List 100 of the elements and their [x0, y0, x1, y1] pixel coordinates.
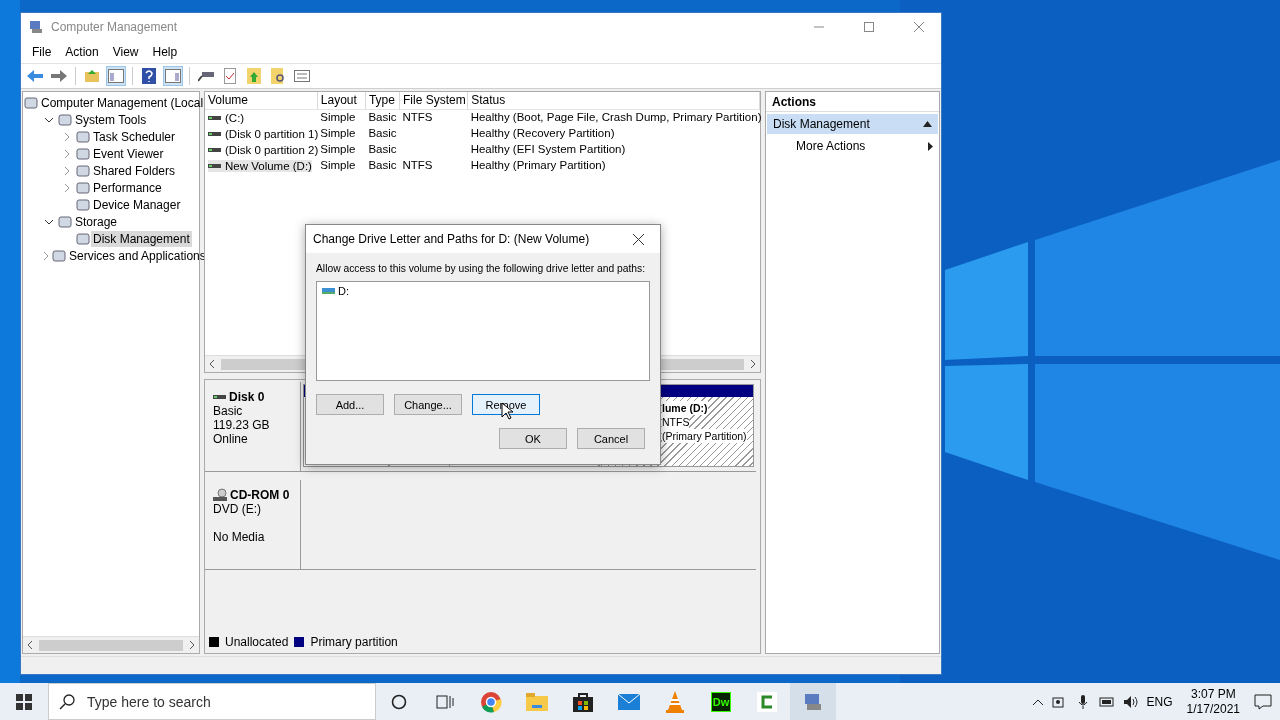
- column-header[interactable]: Volume: [205, 92, 318, 109]
- dialog-button[interactable]: Cancel: [577, 428, 645, 449]
- menu-item[interactable]: Action: [58, 45, 106, 59]
- disk-info: No Media: [213, 530, 266, 544]
- table-cell: Simple: [320, 111, 356, 124]
- table-cell: Simple: [320, 143, 356, 155]
- menu-item[interactable]: Help: [145, 45, 185, 59]
- table-cell: NTFS: [402, 111, 433, 124]
- computer-management-icon[interactable]: [790, 683, 836, 720]
- table-cell: Basic: [368, 159, 397, 171]
- tree-item[interactable]: Shared Folders: [91, 162, 178, 179]
- partition-label: lume (D:): [662, 401, 708, 415]
- tree-item[interactable]: Computer Management (Local: [39, 94, 206, 111]
- disk-info: Online: [213, 432, 249, 446]
- table-cell: Healthy (Recovery Partition): [470, 127, 615, 139]
- chevron-right-icon: [62, 148, 72, 159]
- table-cell: Healthy (EFI System Partition): [470, 143, 626, 155]
- dialog-button[interactable]: OK: [499, 428, 567, 449]
- tree-node-icon: [51, 247, 67, 264]
- scroll-right-icon: [750, 359, 756, 369]
- tree-item[interactable]: Task Scheduler: [91, 128, 178, 145]
- help-button[interactable]: [139, 66, 159, 86]
- tree-item[interactable]: Performance: [91, 179, 164, 196]
- legend-label: Primary partition: [310, 635, 398, 649]
- dialog-title: Change Drive Letter and Paths for D: (New Volume): [313, 232, 590, 246]
- table-cell[interactable]: (Disk 0 partition 2): [225, 143, 319, 156]
- table-cell: NTFS: [402, 159, 433, 171]
- tree-node-icon: [75, 230, 91, 247]
- maximize-icon: [864, 22, 874, 32]
- chevron-right-icon: [62, 182, 72, 193]
- scroll-right-icon: [189, 640, 195, 650]
- table-cell: Basic: [368, 111, 397, 124]
- tree-node-icon: [75, 162, 91, 179]
- disk-info: 119.23 GB: [213, 418, 271, 432]
- path-list[interactable]: D:: [316, 281, 650, 381]
- tree-node-icon: [75, 196, 91, 213]
- dialog-instruction: Allow access to this volume by using the following drive letter and paths:: [316, 263, 646, 274]
- drive-icon: [208, 130, 221, 137]
- scroll-left-icon: [209, 359, 215, 369]
- column-header[interactable]: Status: [467, 92, 760, 109]
- drive-icon: [208, 162, 221, 169]
- tree-item[interactable]: Storage: [73, 213, 120, 230]
- tree-node-icon: [75, 128, 91, 145]
- close-icon: [632, 233, 644, 245]
- chevron-right-icon: [62, 131, 72, 142]
- path-item[interactable]: D:: [338, 285, 349, 297]
- chevron-up-icon: [1032, 698, 1043, 705]
- tree-node-icon: [57, 111, 73, 128]
- tree-item[interactable]: Device Manager: [91, 196, 183, 213]
- drive-icon: [213, 394, 226, 400]
- action-item[interactable]: More Actions: [796, 139, 866, 153]
- disk-name: CD-ROM 0: [230, 488, 290, 502]
- search-bar[interactable]: Type here to search: [48, 683, 376, 720]
- menu-item[interactable]: View: [105, 45, 146, 59]
- tree-node-icon: [75, 145, 91, 162]
- submenu-arrow-icon: [928, 141, 933, 151]
- disk-info: DVD (E:): [213, 502, 262, 516]
- column-header[interactable]: Type: [365, 92, 400, 109]
- close-icon: [914, 22, 924, 32]
- console-tree-button[interactable]: [106, 66, 126, 86]
- disk-name: Disk 0: [229, 390, 265, 404]
- search-field[interactable]: Type here to search: [85, 692, 375, 711]
- search-icon: [59, 693, 75, 710]
- cd-drive-icon: [213, 488, 227, 502]
- column-header[interactable]: File System: [399, 92, 468, 109]
- scrollbar-thumb[interactable]: [39, 639, 183, 651]
- legend-label: Unallocated: [225, 635, 289, 649]
- clock[interactable]: 3:07 PM 1/17/2021: [1180, 686, 1246, 717]
- partition-label: (Primary Partition): [662, 429, 747, 443]
- tree-item[interactable]: System Tools: [73, 111, 149, 128]
- table-cell: Healthy (Boot, Page File, Crash Dump, Primary Partition): [470, 111, 762, 124]
- tree-node-icon: [75, 179, 91, 196]
- collapse-icon: [923, 121, 932, 127]
- tree-node-icon: [57, 213, 73, 230]
- disk-info: Basic: [213, 404, 244, 418]
- tree-item[interactable]: Event Viewer: [91, 145, 166, 162]
- tree-item[interactable]: Services and Applications: [67, 247, 208, 264]
- computer-management-icon: [29, 19, 45, 35]
- chevron-right-icon: [41, 250, 51, 261]
- tree-item[interactable]: Disk Management: [91, 230, 192, 247]
- windows-logo-icon: [16, 693, 32, 710]
- chevron-right-icon: [62, 165, 72, 176]
- table-cell: Basic: [368, 143, 397, 155]
- dialog-button[interactable]: Change...: [394, 394, 462, 415]
- table-cell[interactable]: (C:): [225, 111, 245, 124]
- tree-node-icon: [23, 94, 39, 111]
- action-pane-button[interactable]: [163, 66, 183, 86]
- column-header[interactable]: Layout: [317, 92, 366, 109]
- notification-icon: [1254, 693, 1272, 710]
- scroll-left-icon: [27, 640, 33, 650]
- table-cell[interactable]: (Disk 0 partition 1): [225, 127, 319, 140]
- drive-icon: [208, 146, 221, 153]
- drive-icon: [208, 114, 221, 121]
- language-indicator[interactable]: ENG: [1146, 694, 1173, 709]
- menu-item[interactable]: File: [25, 45, 59, 59]
- table-cell: Simple: [320, 159, 356, 171]
- export-button[interactable]: [244, 66, 264, 86]
- table-cell: Simple: [320, 127, 356, 139]
- window-title: Computer Management: [51, 20, 179, 34]
- dialog-button[interactable]: Add...: [316, 394, 384, 415]
